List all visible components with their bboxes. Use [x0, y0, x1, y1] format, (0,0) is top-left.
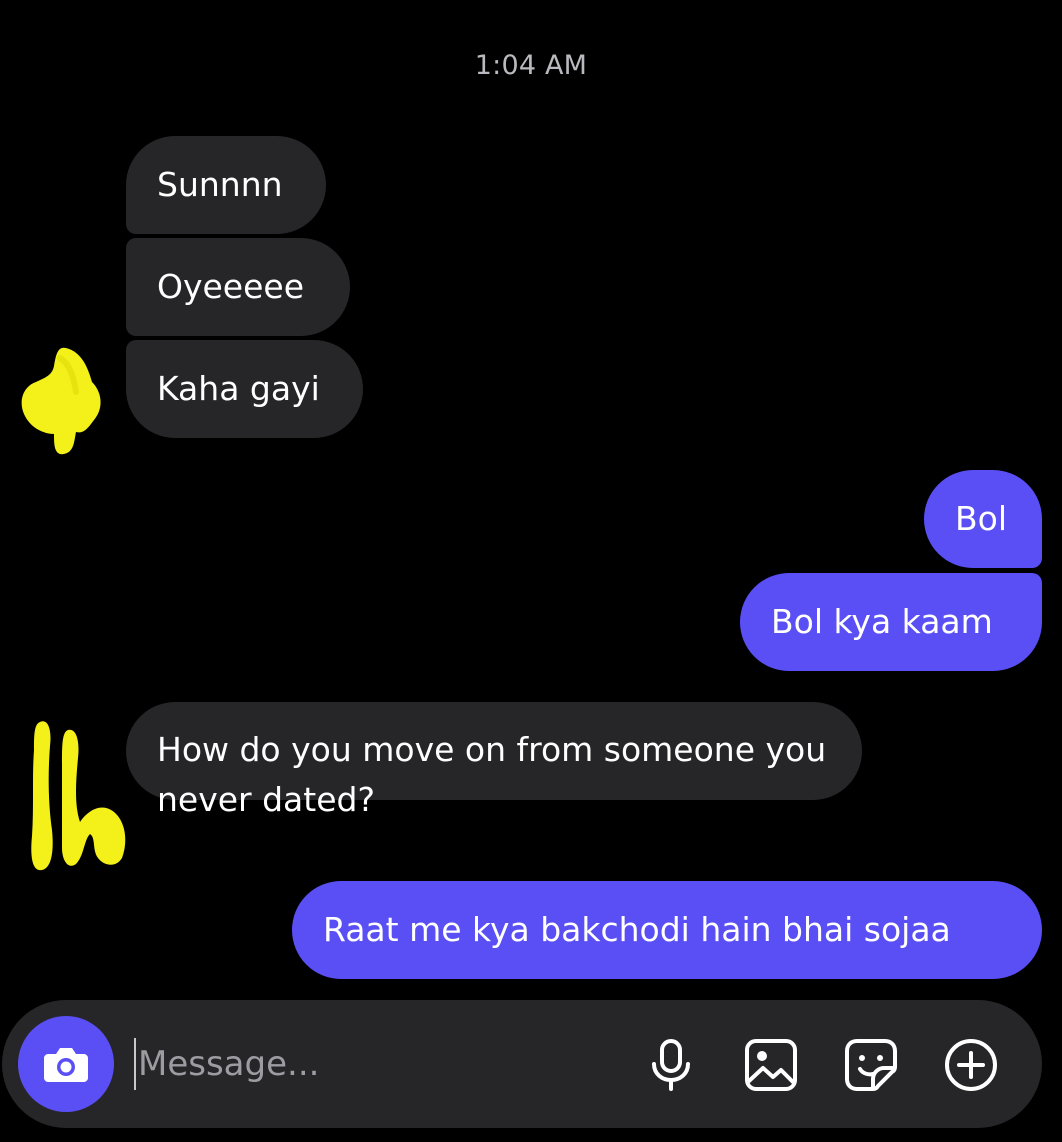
incoming-message-bubble[interactable]: How do you move on from someone you neve…: [126, 702, 862, 819]
sticker-button[interactable]: [842, 1036, 900, 1094]
camera-button[interactable]: [18, 1016, 114, 1112]
microphone-icon: [652, 1039, 690, 1091]
sticker-icon: [845, 1039, 897, 1091]
camera-icon: [44, 1048, 88, 1082]
more-options-button[interactable]: [942, 1036, 1000, 1094]
gallery-icon: [745, 1039, 797, 1091]
incoming-message-bubble[interactable]: Sunnnn: [126, 136, 326, 234]
message-input[interactable]: [138, 1038, 618, 1090]
incoming-message-bubble[interactable]: Kaha gayi: [126, 340, 363, 438]
avatar-redaction-scribble: [21, 347, 101, 455]
outgoing-message-bubble[interactable]: Bol kya kaam: [740, 573, 1042, 671]
text-cursor: [134, 1038, 136, 1090]
outgoing-message-bubble[interactable]: Bol: [924, 470, 1042, 568]
incoming-message-bubble[interactable]: Oyeeeee: [126, 238, 350, 336]
message-composer: [2, 1000, 1042, 1128]
plus-icon: [945, 1039, 997, 1091]
avatar-redaction-scribble: [31, 721, 126, 871]
message-timestamp: 1:04 AM: [474, 50, 588, 81]
microphone-button[interactable]: [642, 1036, 700, 1094]
gallery-button[interactable]: [742, 1036, 800, 1094]
outgoing-message-bubble[interactable]: Raat me kya bakchodi hain bhai sojaa: [292, 881, 1042, 979]
